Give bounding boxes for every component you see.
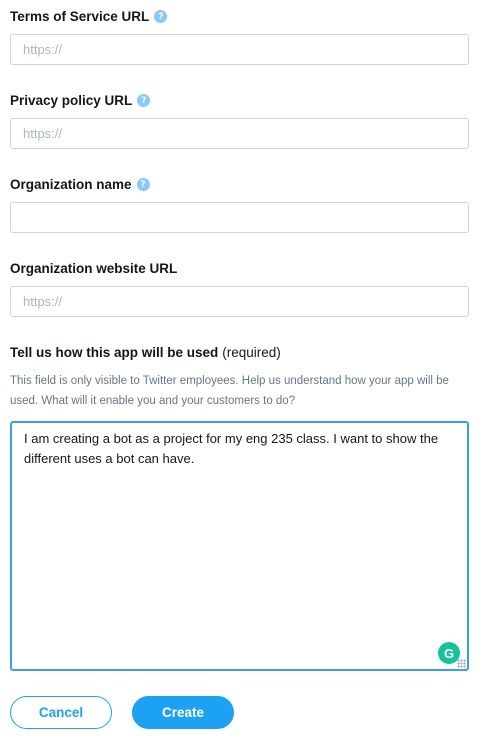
terms-of-service-label: Terms of Service URL ? [10, 9, 168, 24]
cancel-button[interactable]: Cancel [10, 696, 112, 729]
app-usage-textarea[interactable]: I am creating a bot as a project for my … [10, 421, 469, 671]
resize-handle-icon[interactable] [457, 659, 466, 668]
app-usage-label-text: Tell us how this app will be used [10, 345, 219, 360]
organization-website-url-input[interactable] [10, 286, 469, 317]
question-mark-icon[interactable]: ? [136, 178, 150, 191]
question-mark-icon[interactable]: ? [137, 94, 151, 107]
organization-name-label: Organization name ? [10, 177, 150, 192]
app-usage-label: Tell us how this app will be used (requi… [10, 345, 281, 360]
privacy-policy-url-input[interactable] [10, 118, 469, 149]
organization-name-label-text: Organization name [10, 177, 132, 192]
required-note: (required) [222, 345, 281, 360]
terms-of-service-label-text: Terms of Service URL [10, 9, 150, 24]
privacy-policy-label: Privacy policy URL ? [10, 93, 151, 108]
app-usage-help-text: This field is only visible to Twitter em… [10, 375, 449, 407]
question-mark-icon[interactable]: ? [154, 10, 168, 23]
privacy-policy-label-text: Privacy policy URL [10, 93, 133, 108]
terms-of-service-url-input[interactable] [10, 34, 469, 65]
organization-website-label: Organization website URL [10, 261, 177, 276]
organization-website-label-text: Organization website URL [10, 261, 178, 276]
organization-name-input[interactable] [10, 202, 469, 233]
create-button[interactable]: Create [132, 696, 234, 729]
